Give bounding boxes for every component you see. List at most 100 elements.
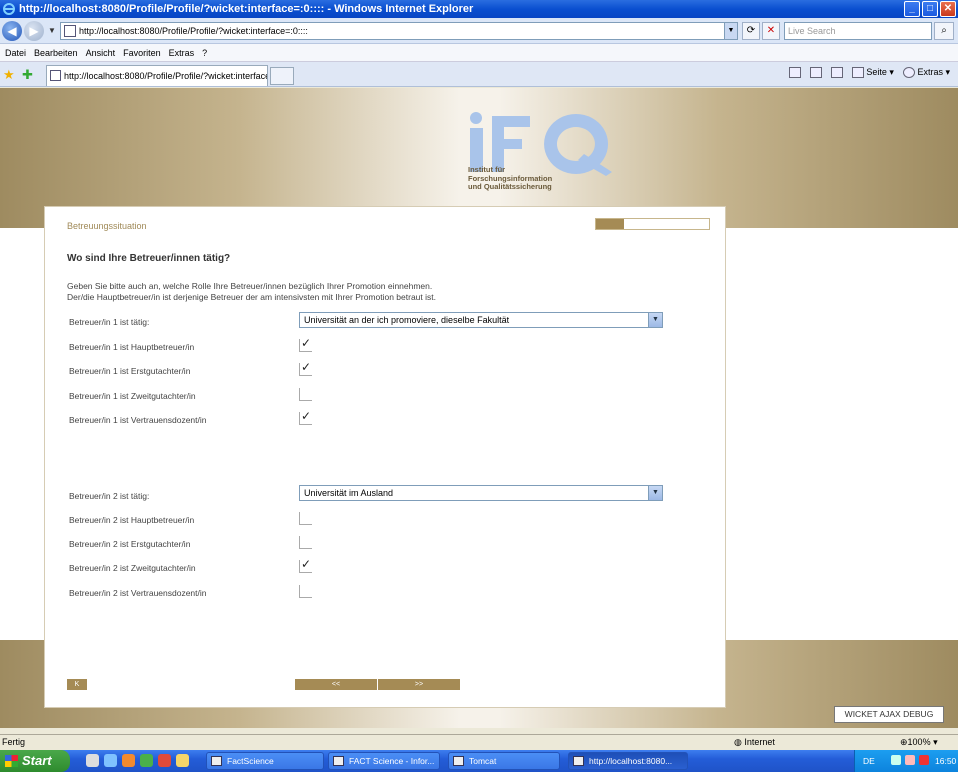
advisor1-role-label: Betreuer/in 1 ist Zweitgutachter/in bbox=[69, 391, 196, 401]
taskbar-button-active[interactable]: http://localhost:8080... bbox=[568, 752, 688, 770]
advisor2-role-checkbox[interactable]: ✓ bbox=[299, 536, 312, 549]
page-menu-label: Seite bbox=[866, 67, 887, 77]
taskbar-button[interactable]: FactScience bbox=[206, 752, 324, 770]
menu-favoriten[interactable]: Favoriten bbox=[123, 48, 161, 58]
progress-fill bbox=[596, 219, 625, 229]
player-quicklaunch-icon[interactable] bbox=[140, 754, 153, 767]
media-quicklaunch-icon[interactable] bbox=[122, 754, 135, 767]
search-button[interactable]: ⌕ bbox=[934, 22, 954, 40]
favorites-star-icon[interactable]: ★ bbox=[3, 67, 15, 83]
command-bar: Seite ▾ Extras ▾ bbox=[788, 67, 950, 79]
page-icon bbox=[64, 25, 76, 37]
advisor2-role-label: Betreuer/in 2 ist Zweitgutachter/in bbox=[69, 563, 196, 573]
browser-tab[interactable]: http://localhost:8080/Profile/Profile/?w… bbox=[46, 65, 268, 86]
minimize-button[interactable]: _ bbox=[904, 1, 920, 17]
address-input[interactable]: http://localhost:8080/Profile/Profile/?w… bbox=[60, 22, 738, 40]
k-button[interactable]: K bbox=[67, 679, 87, 690]
feeds-icon[interactable] bbox=[809, 67, 822, 79]
security-zone: ◍ Internet bbox=[734, 737, 775, 748]
tools-menu[interactable]: Extras ▾ bbox=[902, 67, 950, 79]
refresh-button[interactable]: ⟳ bbox=[742, 22, 760, 40]
address-url: http://localhost:8080/Profile/Profile/?w… bbox=[79, 26, 308, 36]
window-icon bbox=[211, 756, 222, 766]
window-titlebar: http://localhost:8080/Profile/Profile/?w… bbox=[0, 0, 958, 18]
app-quicklaunch-icon[interactable] bbox=[158, 754, 171, 767]
status-bar: Fertig ◍ Internet ⊕100% ▾ bbox=[0, 734, 958, 750]
question-intro: Geben Sie bitte auch an, welche Rolle Ih… bbox=[67, 281, 667, 303]
taskbar-button-label: FactScience bbox=[227, 756, 274, 766]
start-button[interactable]: Start bbox=[0, 750, 70, 772]
page-content: Institut für Forschungsinformation und Q… bbox=[0, 88, 958, 728]
page-icon bbox=[851, 67, 864, 79]
folder-quicklaunch-icon[interactable] bbox=[176, 754, 189, 767]
advisor1-role-checkbox[interactable]: ✓ bbox=[299, 360, 312, 376]
close-window-button[interactable]: ✕ bbox=[940, 1, 956, 17]
network-tray-icon[interactable] bbox=[891, 755, 901, 765]
taskbar-button-label: FACT Science - Infor... bbox=[349, 756, 435, 766]
zoom-control[interactable]: ⊕100% ▾ bbox=[900, 737, 938, 748]
advisor1-role-checkbox[interactable]: ✓ bbox=[299, 336, 312, 352]
checkmark-icon: ✓ bbox=[301, 557, 312, 571]
advisor2-workplace-label: Betreuer/in 2 ist tätig: bbox=[69, 491, 150, 501]
advisor1-role-checkbox[interactable]: ✓ bbox=[299, 388, 312, 401]
chevron-down-icon[interactable]: ▼ bbox=[648, 486, 662, 500]
page-menu[interactable]: Seite ▾ bbox=[851, 67, 894, 79]
search-input[interactable]: Live Search bbox=[784, 22, 932, 40]
advisor2-role-label: Betreuer/in 2 ist Erstgutachter/in bbox=[69, 539, 191, 549]
ie-quicklaunch-icon[interactable] bbox=[104, 754, 117, 767]
checkmark-icon: ✓ bbox=[301, 336, 312, 350]
menu-help[interactable]: ? bbox=[202, 48, 207, 58]
advisor1-workplace-select[interactable]: Universität an der ich promoviere, diese… bbox=[299, 312, 663, 328]
new-tab-button[interactable] bbox=[270, 67, 294, 85]
taskbar-button[interactable]: Tomcat bbox=[448, 752, 560, 770]
window-icon bbox=[333, 756, 344, 766]
menu-extras[interactable]: Extras bbox=[169, 48, 195, 58]
taskbar: Start FactScience FACT Science - Infor..… bbox=[0, 750, 958, 772]
system-tray: DE 16:50 bbox=[854, 750, 958, 772]
maximize-button[interactable]: □ bbox=[922, 1, 938, 17]
advisor1-role-checkbox[interactable]: ✓ bbox=[299, 409, 312, 425]
clock: 16:50 bbox=[935, 756, 957, 766]
address-dropdown-icon[interactable]: ▼ bbox=[724, 23, 737, 39]
home-icon[interactable] bbox=[788, 67, 801, 79]
menu-bearbeiten[interactable]: Bearbeiten bbox=[34, 48, 78, 58]
windows-flag-icon bbox=[5, 755, 18, 767]
menu-ansicht[interactable]: Ansicht bbox=[86, 48, 116, 58]
intro-line-1: Geben Sie bitte auch an, welche Rolle Ih… bbox=[67, 281, 433, 291]
back-button[interactable]: ◀ bbox=[2, 20, 22, 41]
forward-button[interactable]: ▶ bbox=[24, 20, 44, 41]
start-label: Start bbox=[22, 753, 52, 768]
chevron-down-icon[interactable]: ▼ bbox=[648, 313, 662, 327]
checkmark-icon: ✓ bbox=[301, 409, 312, 423]
language-indicator[interactable]: DE bbox=[863, 756, 875, 766]
checkmark-icon: ✓ bbox=[301, 360, 312, 374]
advisor2-role-checkbox[interactable]: ✓ bbox=[299, 557, 312, 573]
security-tray-icon[interactable] bbox=[905, 755, 915, 765]
page-icon bbox=[50, 70, 61, 81]
taskbar-button[interactable]: FACT Science - Infor... bbox=[328, 752, 440, 770]
zone-label: Internet bbox=[744, 737, 775, 747]
menu-datei[interactable]: Datei bbox=[5, 48, 26, 58]
print-icon[interactable] bbox=[830, 67, 843, 79]
tab-bar: ★ ✚ http://localhost:8080/Profile/Profil… bbox=[0, 62, 958, 87]
advisor2-role-label: Betreuer/in 2 ist Vertrauensdozent/in bbox=[69, 588, 207, 598]
add-favorite-icon[interactable]: ✚ bbox=[22, 67, 33, 83]
section-title: Betreuungssituation bbox=[67, 221, 147, 231]
advisor2-role-checkbox[interactable]: ✓ bbox=[299, 512, 312, 525]
alert-tray-icon[interactable] bbox=[919, 755, 929, 765]
question-title: Wo sind Ihre Betreuer/innen tätig? bbox=[67, 253, 231, 264]
history-dropdown-icon[interactable]: ▼ bbox=[48, 26, 56, 35]
advisor2-role-checkbox[interactable]: ✓ bbox=[299, 585, 312, 598]
ie-icon bbox=[573, 756, 584, 766]
back-page-button[interactable]: << bbox=[295, 679, 377, 690]
advisor2-workplace-select[interactable]: Universität im Ausland ▼ bbox=[299, 485, 663, 501]
stop-button[interactable]: ✕ bbox=[762, 22, 780, 40]
wicket-debug-button[interactable]: WICKET AJAX DEBUG bbox=[834, 706, 944, 723]
taskbar-button-label: http://localhost:8080... bbox=[589, 756, 673, 766]
logo-text: Institut für Forschungsinformation und Q… bbox=[468, 165, 552, 192]
show-desktop-icon[interactable] bbox=[86, 754, 99, 767]
progress-bar bbox=[595, 218, 710, 230]
next-page-button[interactable]: >> bbox=[378, 679, 460, 690]
tools-menu-label: Extras bbox=[917, 67, 943, 77]
advisor2-role-label: Betreuer/in 2 ist Hauptbetreuer/in bbox=[69, 515, 195, 525]
